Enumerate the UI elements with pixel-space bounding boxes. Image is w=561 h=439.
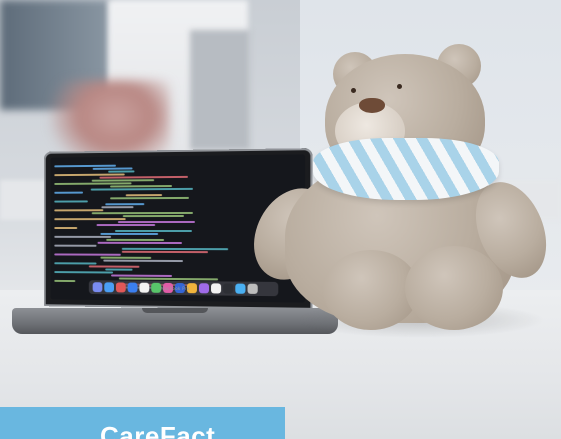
code-line [103,259,183,263]
code-line [54,253,121,256]
code-line [99,175,188,179]
teddy-bear [238,30,560,340]
code-line [100,232,159,235]
bear-nose [359,98,385,113]
trackpad-notch [142,308,208,313]
code-line [105,268,133,271]
code-line [54,191,84,194]
bear-left-eye [351,88,356,93]
code-line [108,170,135,173]
code-line [54,227,78,229]
caption-banner: CareFact [0,407,285,439]
code-line [121,250,209,254]
code-line [54,200,88,203]
code-line [90,187,193,191]
code-line [54,235,112,238]
code-line [54,218,126,221]
code-line [106,238,165,241]
code-line [96,224,156,227]
code-line [105,203,145,206]
code-line [54,262,97,265]
code-line [100,256,152,259]
code-line [54,271,114,274]
code-line [117,220,195,224]
code-line [91,179,155,182]
code-line [91,211,193,215]
photo-scene: MacBook Pro CareFact [0,0,561,439]
banner-title: CareFact [100,421,216,439]
code-line [110,196,189,200]
code-line [121,247,229,251]
code-line [54,209,104,212]
bear-right-leg [405,246,503,330]
code-line [101,206,134,209]
code-line [114,229,192,233]
bear-right-eye [397,84,402,89]
code-line [54,244,97,247]
code-line [122,214,184,218]
code-line [54,279,76,283]
code-line [125,194,163,197]
code-line [97,241,182,245]
bear-scarf [313,138,499,200]
background-monitor [190,30,250,150]
code-line [88,265,140,268]
